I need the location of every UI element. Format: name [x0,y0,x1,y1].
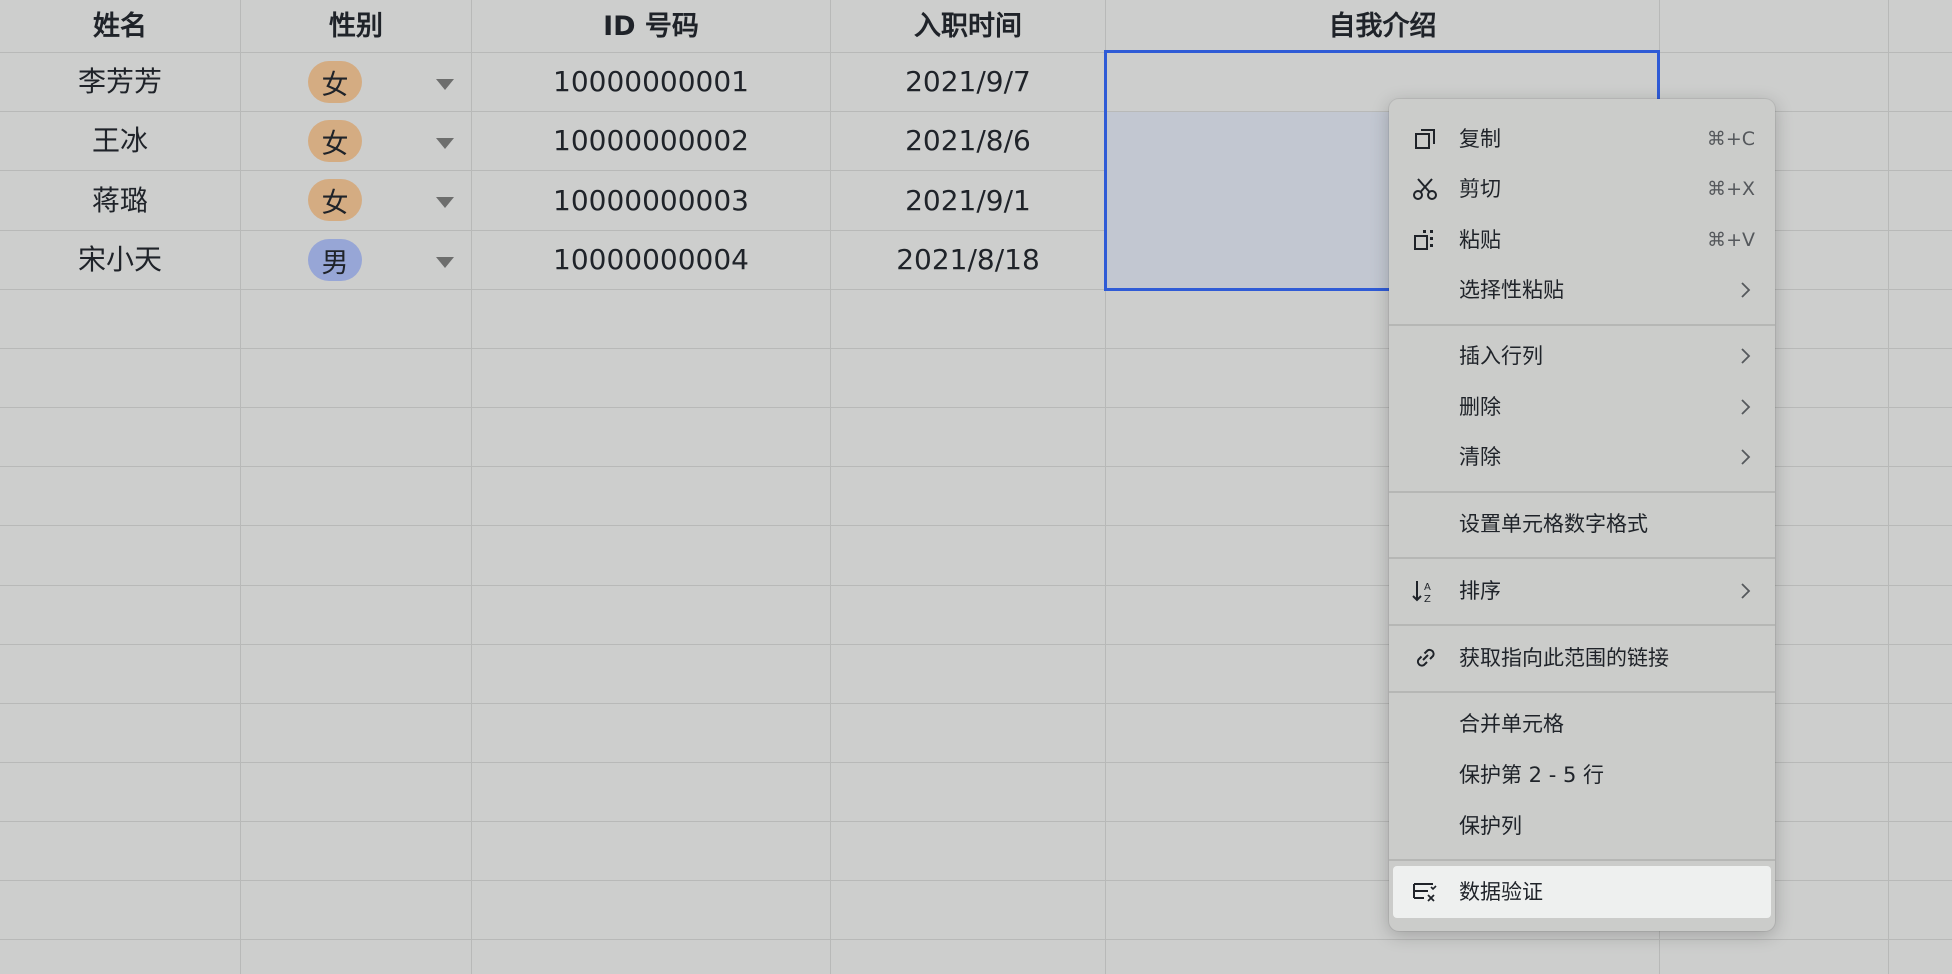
menu-separator [1389,624,1775,626]
gender-tag[interactable]: 女 [308,179,362,221]
gender-tag[interactable]: 女 [308,120,362,162]
menu-item-number-format[interactable]: 设置单元格数字格式 [1389,501,1775,547]
data-validation-icon [1413,883,1437,902]
menu-separator [1389,691,1775,693]
menu-item-sort[interactable]: A Z 排序 [1389,568,1775,614]
cell-name[interactable]: 蒋璐 [0,171,240,230]
menu-separator [1389,491,1775,493]
column-header-hire-date[interactable]: 入职时间 [831,0,1105,52]
cell-name[interactable]: 王冰 [0,112,240,170]
cell-hire-date[interactable]: 2021/8/6 [831,112,1105,170]
menu-item-label: 复制 [1459,127,1501,151]
cell-name[interactable]: 李芳芳 [0,53,240,111]
column-header-id[interactable]: ID 号码 [472,0,830,52]
menu-item-label: 排序 [1459,579,1501,603]
menu-item-merge-cells[interactable]: 合并单元格 [1389,701,1775,747]
gender-tag[interactable]: 男 [308,239,362,281]
menu-item-paste-special[interactable]: 选择性粘贴 [1389,267,1775,313]
menu-item-data-validation[interactable]: 数据验证 [1393,866,1771,918]
menu-item-label: 删除 [1459,395,1501,419]
dropdown-caret-icon[interactable] [436,197,454,208]
menu-item-protect-rows[interactable]: 保护第 2 - 5 行 [1389,752,1775,798]
menu-item-label: 选择性粘贴 [1459,278,1564,302]
menu-item-cut[interactable]: 剪切 ⌘+X [1389,166,1775,212]
svg-text:Z: Z [1424,594,1431,605]
column-header-name[interactable]: 姓名 [0,0,240,52]
menu-item-clear[interactable]: 清除 [1389,434,1775,480]
shortcut-label: ⌘+X [1707,178,1755,200]
column-header-gender[interactable]: 性别 [241,0,471,52]
gender-tag[interactable]: 女 [308,61,362,103]
dropdown-caret-icon[interactable] [436,257,454,268]
menu-item-label: 数据验证 [1459,880,1543,904]
svg-text:A: A [1424,582,1431,593]
shortcut-label: ⌘+C [1706,128,1755,150]
cell-id[interactable]: 10000000003 [472,171,830,230]
menu-separator [1389,859,1775,861]
cell-id[interactable]: 10000000001 [472,53,830,111]
cell-hire-date[interactable]: 2021/9/7 [831,53,1105,111]
shortcut-label: ⌘+V [1707,229,1755,251]
sort-icon: A Z [1412,581,1431,605]
menu-item-label: 保护列 [1459,814,1522,838]
menu-item-label: 清除 [1459,445,1501,469]
menu-item-get-link[interactable]: 获取指向此范围的链接 [1389,635,1775,681]
menu-item-label: 粘贴 [1459,228,1501,252]
cell-id[interactable]: 10000000002 [472,112,830,170]
cell-hire-date[interactable]: 2021/8/18 [831,231,1105,289]
menu-item-protect-columns[interactable]: 保护列 [1389,803,1775,849]
menu-item-copy[interactable]: 复制 ⌘+C [1389,116,1775,162]
cell-id[interactable]: 10000000004 [472,231,830,289]
scissors-icon [1413,178,1437,200]
cell-name[interactable]: 宋小天 [0,231,240,289]
chevron-right-icon [1741,583,1751,599]
grid-line [240,0,241,974]
menu-separator [1389,324,1775,326]
chevron-right-icon [1741,399,1751,415]
chevron-right-icon [1741,282,1751,298]
cell-hire-date[interactable]: 2021/9/1 [831,171,1105,230]
dropdown-caret-icon[interactable] [436,138,454,149]
menu-item-insert[interactable]: 插入行列 [1389,333,1775,379]
menu-separator [1389,557,1775,559]
menu-item-delete[interactable]: 删除 [1389,384,1775,430]
menu-item-label: 剪切 [1459,177,1501,201]
chevron-right-icon [1741,449,1751,465]
column-header-intro[interactable]: 自我介绍 [1106,0,1659,52]
paste-icon [1414,230,1433,250]
grid-line [1888,0,1889,974]
context-menu: 复制 ⌘+C 剪切 ⌘+X 粘贴 ⌘+V 选择性粘贴 插入行列 删除 清除 设置… [1389,99,1775,931]
copy-icon [1415,129,1435,149]
menu-item-label: 保护第 2 - 5 行 [1459,763,1605,787]
menu-item-label: 设置单元格数字格式 [1459,512,1648,536]
menu-item-label: 合并单元格 [1459,712,1564,736]
menu-item-paste[interactable]: 粘贴 ⌘+V [1389,217,1775,263]
menu-item-label: 获取指向此范围的链接 [1459,646,1669,670]
link-icon [1416,648,1435,667]
menu-item-label: 插入行列 [1459,344,1543,368]
chevron-right-icon [1741,348,1751,364]
dropdown-caret-icon[interactable] [436,79,454,90]
